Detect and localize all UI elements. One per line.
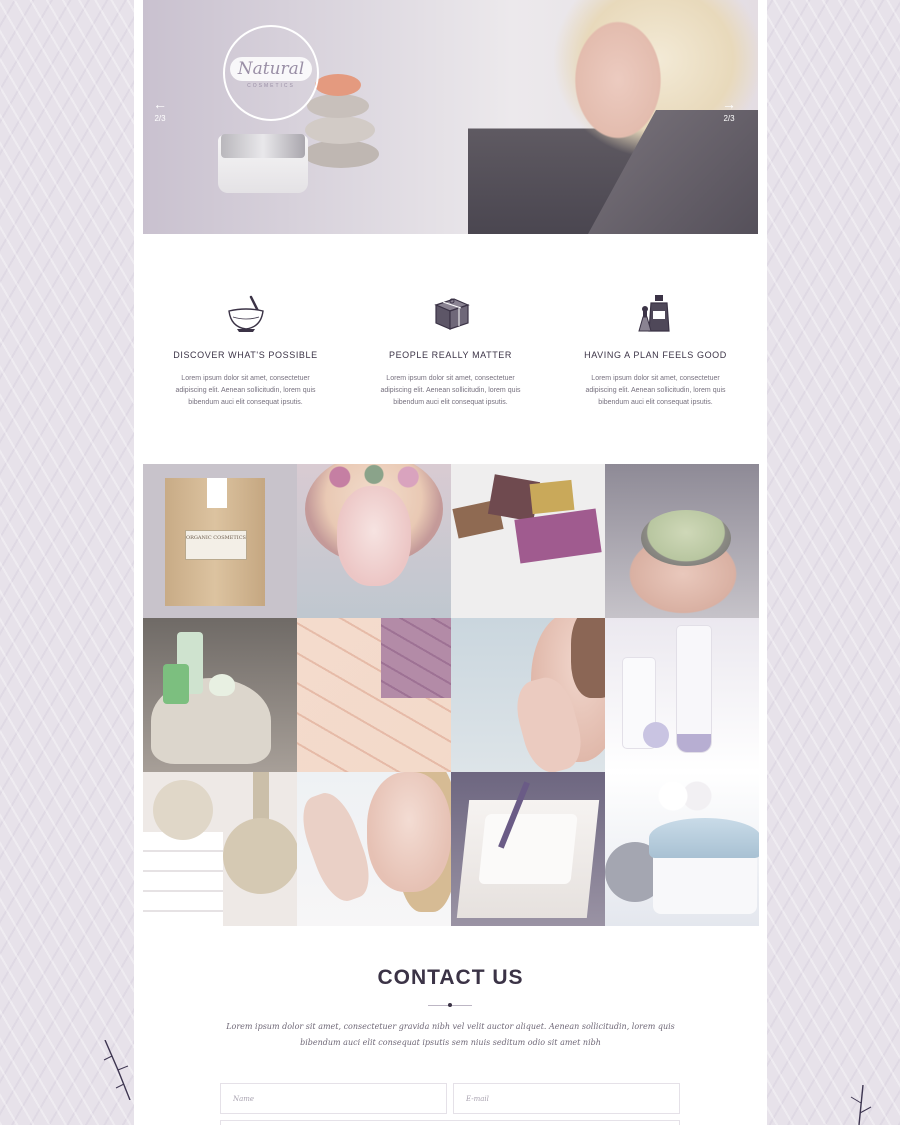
lavender-soap-bars bbox=[381, 618, 451, 698]
gallery-tile-herbal-balls[interactable] bbox=[143, 772, 297, 926]
feature-title: HAVING A PLAN FEELS GOOD bbox=[584, 350, 727, 360]
cream-jar-lid bbox=[221, 134, 305, 158]
page-container: Natural COSMETICS ← 2/3 → 2/3 DISCOVER W… bbox=[134, 0, 767, 1125]
herbal-ball bbox=[153, 780, 213, 840]
brand-logo: Natural COSMETICS bbox=[223, 25, 319, 121]
gallery-tile-blue-jar[interactable] bbox=[605, 772, 759, 926]
feature-item: HAVING A PLAN FEELS GOOD Lorem ipsum dol… bbox=[553, 290, 758, 420]
message-field[interactable] bbox=[220, 1120, 680, 1125]
soap-bar-icon bbox=[428, 290, 474, 336]
green-bottle bbox=[163, 664, 189, 704]
bag-band bbox=[207, 478, 227, 508]
gallery-tile-spa-products[interactable] bbox=[605, 618, 759, 772]
feature-item: PEOPLE REALLY MATTER Lorem ipsum dolor s… bbox=[348, 290, 553, 420]
contact-description: Lorem ipsum dolor sit amet, consectetuer… bbox=[226, 1022, 675, 1047]
product-gallery: ORGANIC COSMETICS bbox=[143, 464, 759, 926]
gallery-tile-organic-bag[interactable]: ORGANIC COSMETICS bbox=[143, 464, 297, 618]
slide-counter: 2/3 bbox=[154, 114, 166, 123]
feature-text: Lorem ipsum dolor sit amet, consectetuer… bbox=[380, 375, 521, 406]
heart-soap bbox=[209, 674, 235, 696]
spa-stone bbox=[307, 94, 369, 118]
model-hand bbox=[297, 786, 379, 908]
cream-jar bbox=[641, 510, 731, 566]
slider-next-button[interactable]: → 2/3 bbox=[722, 96, 736, 123]
tube-cap bbox=[677, 734, 711, 752]
feature-title: PEOPLE REALLY MATTER bbox=[388, 350, 513, 360]
gallery-tile-blonde-model[interactable] bbox=[297, 772, 451, 926]
soap-bar bbox=[529, 479, 575, 515]
slide-counter: 2/3 bbox=[723, 114, 735, 123]
twig-decoration bbox=[850, 1085, 872, 1125]
bath-ball bbox=[643, 722, 669, 748]
herbal-ball-handle bbox=[253, 772, 269, 822]
gallery-tile-handmade-soaps[interactable] bbox=[297, 618, 451, 772]
arrow-left-icon: ← bbox=[153, 96, 167, 112]
candle bbox=[456, 800, 600, 918]
gallery-tile-skin-care-model[interactable] bbox=[451, 618, 605, 772]
features-row: DISCOVER WHAT'S POSSIBLE Lorem ipsum dol… bbox=[143, 290, 758, 420]
name-field[interactable] bbox=[220, 1083, 447, 1114]
gallery-tile-cream-in-hands[interactable] bbox=[605, 464, 759, 618]
jar-lid bbox=[649, 818, 759, 858]
perfume-bottles-icon bbox=[633, 290, 679, 336]
divider-dot bbox=[448, 1003, 452, 1007]
feature-item: DISCOVER WHAT'S POSSIBLE Lorem ipsum dol… bbox=[143, 290, 348, 420]
email-field[interactable] bbox=[453, 1083, 680, 1114]
twig-decoration bbox=[103, 1040, 131, 1100]
feature-text: Lorem ipsum dolor sit amet, consectetuer… bbox=[175, 375, 316, 406]
kraft-bag-image: ORGANIC COSMETICS bbox=[165, 478, 265, 606]
feature-title: DISCOVER WHAT'S POSSIBLE bbox=[173, 350, 318, 360]
herbal-ball bbox=[223, 818, 297, 894]
spa-tube bbox=[677, 626, 711, 752]
mortar-pestle-icon bbox=[223, 290, 269, 336]
gallery-tile-spa-sack[interactable] bbox=[143, 618, 297, 772]
gallery-tile-flower-crown[interactable] bbox=[297, 464, 451, 618]
slider-prev-button[interactable]: ← 2/3 bbox=[153, 96, 167, 123]
spa-stone bbox=[305, 116, 375, 144]
gallery-tile-soap-bars[interactable] bbox=[451, 464, 605, 618]
logo-subtitle: COSMETICS bbox=[247, 83, 295, 89]
towel-stack bbox=[143, 832, 223, 926]
spa-stone bbox=[303, 140, 379, 168]
model-hair bbox=[571, 618, 605, 698]
spa-stone bbox=[315, 74, 361, 96]
arrow-right-icon: → bbox=[722, 96, 736, 112]
hero-slider: Natural COSMETICS ← 2/3 → 2/3 bbox=[143, 0, 758, 234]
model-face bbox=[367, 772, 451, 892]
model-face bbox=[337, 486, 411, 586]
feature-text: Lorem ipsum dolor sit amet, consectetuer… bbox=[585, 375, 726, 406]
logo-word: Natural bbox=[229, 57, 313, 81]
bag-label: ORGANIC COSMETICS bbox=[185, 530, 247, 560]
contact-title: CONTACT US bbox=[377, 966, 524, 989]
gallery-tile-lavender-candle[interactable] bbox=[451, 772, 605, 926]
white-flower bbox=[655, 776, 715, 816]
candle-top bbox=[478, 814, 578, 884]
